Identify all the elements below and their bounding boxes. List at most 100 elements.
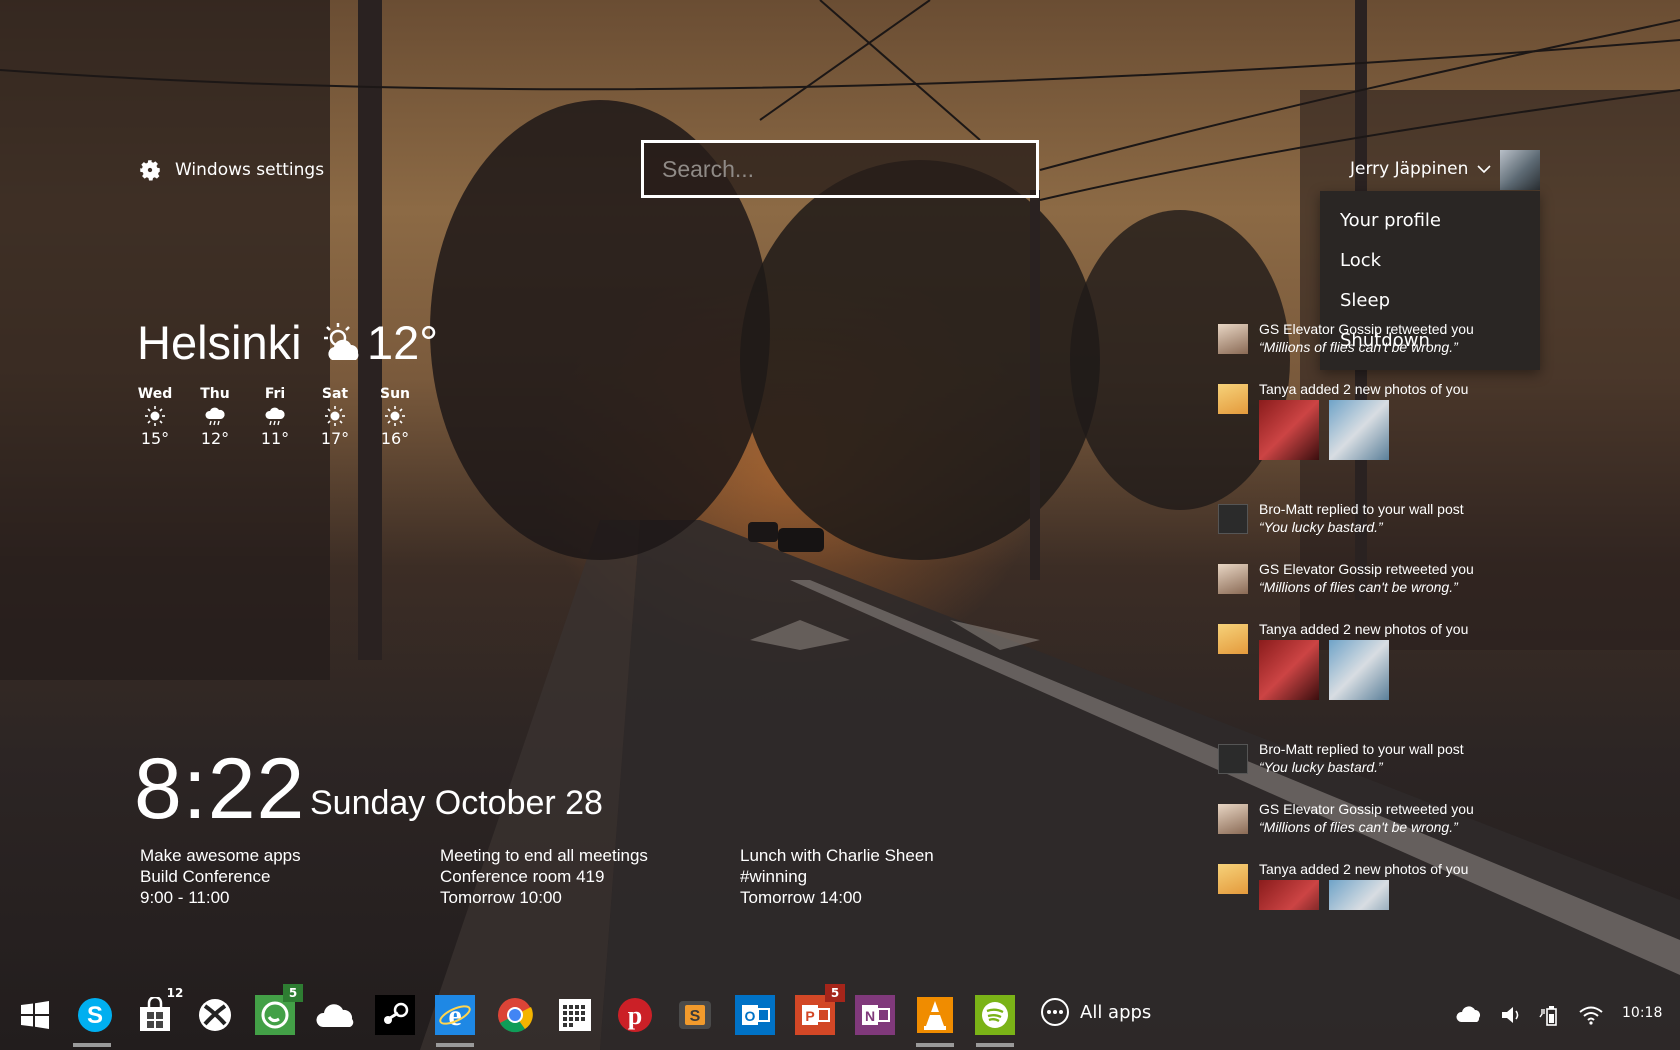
skype-icon: S <box>78 998 112 1032</box>
event-place: #winning <box>740 867 808 886</box>
onenote-app[interactable]: N <box>855 995 895 1035</box>
steam-icon <box>384 1002 409 1024</box>
feed-quote: “Millions of flies can't be wrong.” <box>1259 339 1458 355</box>
forecast-day: Fri 11° <box>253 386 297 448</box>
user-avatar[interactable] <box>1500 150 1540 190</box>
menu-item-lock[interactable]: Lock <box>1320 241 1540 281</box>
forecast-day: Wed 15° <box>133 386 177 448</box>
clock-time: 8:22 <box>134 741 306 837</box>
more-dots-icon <box>1041 998 1069 1026</box>
feed-text: GS Elevator Gossip retweeted you <box>1259 801 1474 817</box>
search-box <box>641 140 1039 198</box>
forecast-day-label: Wed <box>137 386 173 402</box>
photo-thumbnail[interactable] <box>1259 400 1319 460</box>
windows-settings-button[interactable]: Windows settings <box>137 157 324 183</box>
onedrive-icon <box>316 1004 354 1027</box>
agenda-event[interactable]: Make awesome apps Build Conference 9:00 … <box>140 845 301 908</box>
store-icon <box>140 997 170 1031</box>
event-time: 9:00 - 11:00 <box>140 888 230 907</box>
calendar-grid-app[interactable] <box>555 995 595 1035</box>
pinterest-app[interactable]: p <box>615 995 655 1035</box>
social-feed: GS Elevator Gossip retweeted you “Million… <box>1215 310 1515 910</box>
event-place: Build Conference <box>140 867 271 886</box>
internet-explorer-app[interactable]: e <box>435 995 475 1035</box>
photo-thumbnail[interactable] <box>1259 640 1319 700</box>
onedrive-app[interactable] <box>315 995 355 1035</box>
tanya-avatar <box>1218 624 1248 654</box>
feed-text: Tanya added 2 new photos of you <box>1259 861 1469 877</box>
chrome-app[interactable] <box>495 995 535 1035</box>
battery-icon[interactable] <box>1538 1003 1564 1027</box>
chevron-down-icon <box>1477 165 1491 174</box>
svg-text:O: O <box>745 1008 756 1024</box>
feed-text: Tanya added 2 new photos of you <box>1259 381 1469 397</box>
search-input[interactable] <box>644 143 1036 195</box>
brand-avatar <box>1218 504 1248 534</box>
steam-app[interactable] <box>375 995 415 1035</box>
sublime-text-app[interactable]: S <box>675 995 715 1035</box>
photo-thumbnail[interactable] <box>1329 880 1389 910</box>
photo-thumbnail[interactable] <box>1329 640 1389 700</box>
vlc-icon <box>917 997 953 1033</box>
volume-icon[interactable] <box>1498 1003 1524 1027</box>
windows-start-button[interactable] <box>15 995 55 1035</box>
wifi-icon[interactable] <box>1578 1003 1604 1027</box>
xbox-app[interactable] <box>195 995 235 1035</box>
feed-text: GS Elevator Gossip retweeted you <box>1259 561 1474 577</box>
store-badge: 12 <box>166 986 184 1000</box>
svg-text:S: S <box>690 1008 701 1025</box>
feed-quote: “Millions of flies can't be wrong.” <box>1259 819 1458 835</box>
brand-avatar <box>1218 744 1248 774</box>
powerpoint-icon: P <box>802 1005 830 1025</box>
agenda-event[interactable]: Lunch with Charlie Sheen #winning Tomorr… <box>740 845 934 908</box>
man-avatar <box>1218 324 1248 354</box>
all-apps-button[interactable]: All apps <box>1040 997 1151 1027</box>
onenote-icon: N <box>862 1005 890 1025</box>
photo-thumbnail[interactable] <box>1329 400 1389 460</box>
forecast-day: Sun 16° <box>373 386 417 448</box>
feed-text: Bro-Matt replied to your wall post <box>1259 741 1464 757</box>
forecast-temp: 17° <box>320 429 350 448</box>
chrome-icon <box>498 998 533 1033</box>
windows-settings-label: Windows settings <box>175 160 325 180</box>
cloud-sync-icon[interactable] <box>1456 1003 1482 1027</box>
event-title: Meeting to end all meetings <box>440 846 648 865</box>
feed-text: Tanya added 2 new photos of you <box>1259 621 1469 637</box>
internet-explorer-icon: e <box>439 999 471 1032</box>
weather-city: Helsinki <box>137 316 302 369</box>
svg-text:N: N <box>865 1008 875 1024</box>
forecast-day-label: Sun <box>379 386 411 402</box>
sublime-text-icon: S <box>679 1001 711 1029</box>
forecast-temp: 15° <box>140 429 170 448</box>
forecast-day: Thu 12° <box>193 386 237 448</box>
spotify-app[interactable] <box>975 995 1015 1035</box>
user-name: Jerry Jäppinen <box>1350 159 1469 179</box>
rain-cloud-icon <box>205 407 225 426</box>
calendar-grid-icon <box>559 999 591 1031</box>
sun-icon <box>385 406 405 426</box>
forecast-day-label: Thu <box>200 386 230 402</box>
svg-text:S: S <box>87 1002 103 1029</box>
forecast-temp: 16° <box>380 429 410 448</box>
event-place: Conference room 419 <box>440 867 605 886</box>
event-title: Make awesome apps <box>140 846 301 865</box>
clock-date: Sunday October 28 <box>310 784 603 822</box>
user-menu-toggle[interactable]: Jerry Jäppinen <box>1350 159 1492 179</box>
photo-thumbnail[interactable] <box>1259 880 1319 910</box>
tanya-avatar <box>1218 864 1248 894</box>
feed-quote: “Millions of flies can't be wrong.” <box>1259 579 1458 595</box>
running-indicator <box>73 1043 111 1047</box>
system-clock[interactable]: 10:18 <box>1622 1005 1662 1021</box>
vlc-app[interactable] <box>915 995 955 1035</box>
current-temperature: 12° <box>367 316 439 369</box>
sun-icon <box>325 406 345 426</box>
pinterest-icon: p <box>618 998 652 1032</box>
man-avatar <box>1218 564 1248 594</box>
agenda-event[interactable]: Meeting to end all meetings Conference r… <box>440 845 648 908</box>
menu-item-your-profile[interactable]: Your profile <box>1320 201 1540 241</box>
gear-icon <box>140 160 160 181</box>
outlook-app[interactable]: O <box>735 995 775 1035</box>
event-time: Tomorrow 10:00 <box>440 888 562 907</box>
skype-app[interactable]: S <box>75 995 115 1035</box>
spotify-icon <box>975 995 1015 1035</box>
